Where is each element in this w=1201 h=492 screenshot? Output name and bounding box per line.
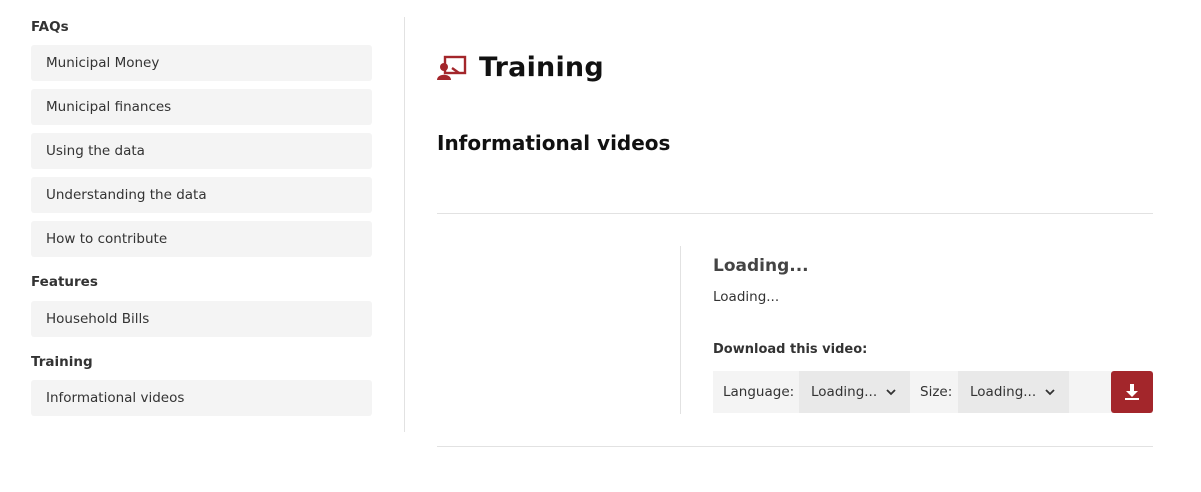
download-label: Download this video:: [713, 342, 868, 357]
sidebar-item-household-bills[interactable]: Household Bills: [31, 301, 372, 337]
sidebar-divider: [404, 17, 405, 432]
size-select[interactable]: Loading...: [958, 371, 1069, 413]
chevron-down-icon: [886, 389, 896, 396]
download-icon: [1125, 384, 1139, 400]
page-title-text: Training: [479, 52, 604, 83]
top-divider: [437, 213, 1153, 214]
download-options-bar: Language: Loading... Size: Loading...: [713, 371, 1153, 413]
sidebar-heading-features: Features: [31, 274, 98, 290]
sidebar-heading-faqs: FAQs: [31, 19, 69, 35]
presentation-icon: [437, 55, 467, 80]
language-label: Language:: [723, 384, 795, 400]
sidebar-item-using-the-data[interactable]: Using the data: [31, 133, 372, 169]
section-subtitle: Informational videos: [437, 131, 671, 155]
download-button[interactable]: [1111, 371, 1153, 413]
video-title: Loading...: [713, 256, 809, 276]
sidebar-item-informational-videos[interactable]: Informational videos: [31, 380, 372, 416]
language-select-value: Loading...: [811, 384, 878, 400]
video-description: Loading...: [713, 289, 780, 305]
size-select-value: Loading...: [970, 384, 1037, 400]
chevron-down-icon: [1045, 389, 1055, 396]
sidebar-item-municipal-finances[interactable]: Municipal finances: [31, 89, 372, 125]
sidebar-item-municipal-money[interactable]: Municipal Money: [31, 45, 372, 81]
video-player[interactable]: [437, 246, 680, 414]
video-divider: [680, 246, 681, 414]
sidebar-item-how-to-contribute[interactable]: How to contribute: [31, 221, 372, 257]
size-label: Size:: [920, 384, 953, 400]
sidebar-item-understanding-the-data[interactable]: Understanding the data: [31, 177, 372, 213]
page-title: Training: [437, 52, 604, 83]
sidebar-heading-training: Training: [31, 354, 93, 370]
language-select[interactable]: Loading...: [799, 371, 910, 413]
bottom-divider: [437, 446, 1153, 447]
